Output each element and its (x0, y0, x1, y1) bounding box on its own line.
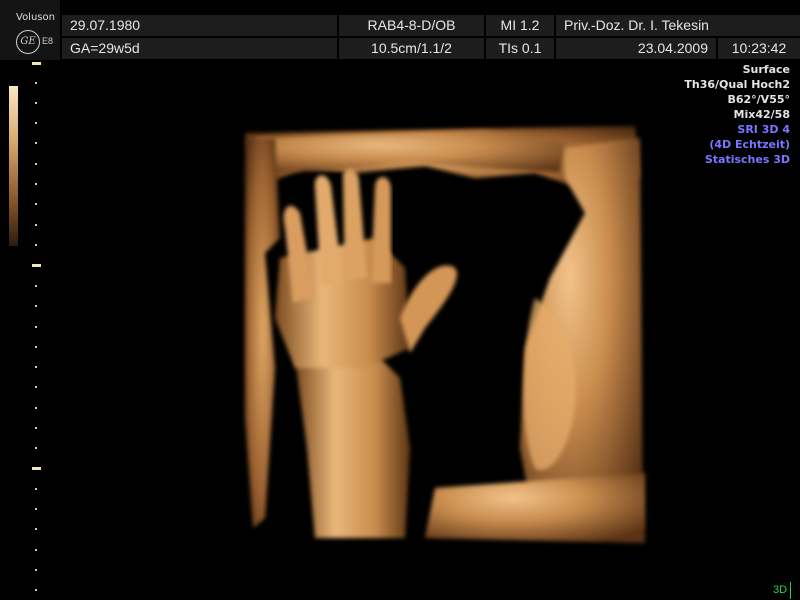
depth-tick (35, 508, 37, 510)
exam-time: 10:23:42 (718, 38, 800, 59)
model-name: E8 (42, 36, 54, 46)
depth-tick (35, 528, 37, 530)
tis-value: TIs 0.1 (486, 38, 554, 59)
depth-tick (35, 163, 37, 165)
header-bar: Voluson GE E8 29.07.1980 RAB4-8-D/OB MI … (0, 0, 800, 60)
bottom-structure (425, 473, 645, 543)
depth-tick-major (32, 264, 41, 267)
ultrasound-3d-render (245, 126, 645, 543)
depth-tick (35, 305, 37, 307)
depth-tick (35, 183, 37, 185)
depth-tick (35, 285, 37, 287)
depth-tick (35, 386, 37, 388)
patient-dob: 29.07.1980 (62, 15, 337, 36)
angle-info: B62°/V55° (727, 93, 790, 106)
depth-tick (35, 346, 37, 348)
color-map-bar (9, 86, 18, 246)
ge-logo-icon: GE (16, 30, 40, 54)
render-mode: Surface (742, 63, 790, 76)
gestational-age: GA=29w5d (62, 38, 337, 59)
mix-info: Mix42/58 (733, 108, 790, 121)
depth-tick (35, 447, 37, 449)
sri-info: SRI 3D 4 (737, 123, 790, 136)
depth-tick (35, 326, 37, 328)
static-info: Statisches 3D (704, 153, 790, 166)
depth-tick (35, 589, 37, 591)
depth-tick (35, 82, 37, 84)
render-settings-panel: Surface Th36/Qual Hoch2 B62°/V55° Mix42/… (684, 62, 790, 167)
realtime-info: (4D Echtzeit) (709, 138, 790, 151)
depth-tick (35, 488, 37, 490)
mode-indicator-line (790, 582, 791, 599)
depth-tick (35, 427, 37, 429)
depth-tick (35, 224, 37, 226)
left-structure (245, 138, 280, 528)
mode-3d-badge: 3D (773, 584, 788, 596)
depth-tick (35, 569, 37, 571)
probe-name: RAB4-8-D/OB (339, 15, 484, 36)
depth-tick (35, 142, 37, 144)
logo-box: Voluson GE E8 (0, 0, 60, 60)
physician-name: Priv.-Doz. Dr. I. Tekesin (556, 15, 800, 36)
depth-tick-major (32, 467, 41, 470)
depth-tick (35, 244, 37, 246)
threshold-quality: Th36/Qual Hoch2 (684, 78, 790, 91)
depth-tick (35, 549, 37, 551)
exam-date: 23.04.2009 (556, 38, 716, 59)
depth-tick (35, 366, 37, 368)
depth-tick (35, 203, 37, 205)
fetal-hand (275, 168, 457, 538)
brand-name: Voluson (16, 12, 55, 23)
depth-tick (35, 122, 37, 124)
depth-info: 10.5cm/1.1/2 (339, 38, 484, 59)
depth-tick (35, 407, 37, 409)
depth-tick (35, 102, 37, 104)
mi-value: MI 1.2 (486, 15, 554, 36)
depth-tick-major (32, 62, 41, 65)
